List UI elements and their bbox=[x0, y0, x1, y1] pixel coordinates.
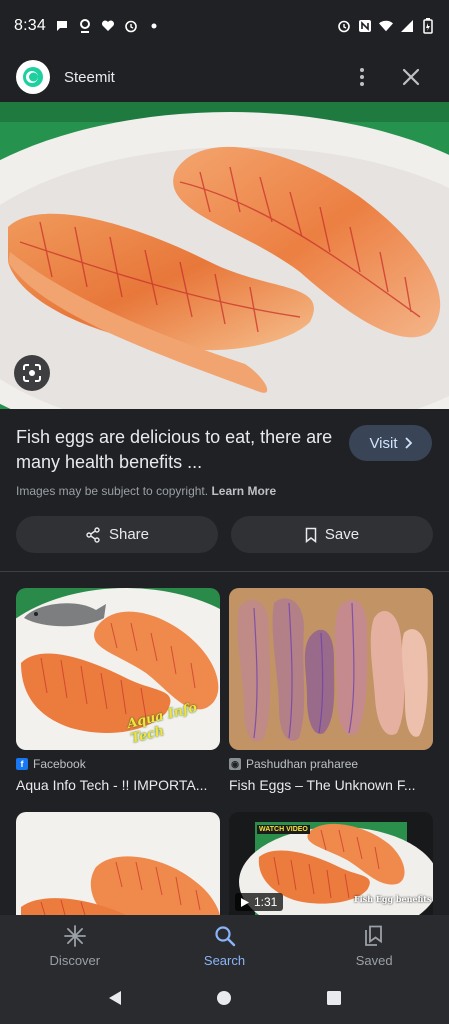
bottom-nav: Discover Search Saved bbox=[0, 915, 449, 977]
divider bbox=[0, 571, 449, 572]
wifi-icon bbox=[379, 19, 393, 33]
close-button[interactable] bbox=[398, 64, 424, 90]
nav-search-label: Search bbox=[203, 952, 246, 968]
related-card[interactable]: ◉ Pashudhan praharee Fish Eggs – The Unk… bbox=[229, 588, 433, 793]
back-button[interactable] bbox=[107, 990, 123, 1011]
card-title: Fish Eggs – The Unknown F... bbox=[229, 777, 416, 793]
copyright-text: Images may be subject to copyright. bbox=[16, 484, 209, 498]
pin-notification-icon bbox=[78, 19, 92, 33]
nav-saved[interactable]: Saved bbox=[299, 915, 449, 977]
lens-button[interactable] bbox=[14, 355, 50, 391]
related-card-image[interactable]: Aqua Info Tech bbox=[16, 588, 220, 750]
battery-icon bbox=[421, 18, 435, 34]
lens-icon bbox=[23, 364, 41, 382]
card-source-name: Pashudhan praharee bbox=[246, 757, 359, 771]
duration-text: 1:31 bbox=[254, 895, 278, 909]
asterisk-icon bbox=[63, 924, 86, 947]
related-card[interactable] bbox=[16, 812, 220, 915]
related-card-image[interactable] bbox=[16, 812, 220, 915]
system-nav-bar bbox=[0, 977, 449, 1024]
more-options-button[interactable] bbox=[352, 64, 372, 90]
recents-icon bbox=[327, 991, 342, 1005]
video-duration: 1:31 bbox=[235, 893, 284, 911]
related-card[interactable]: WATCH VIDEO Fish Egg benefits 1:31 bbox=[229, 812, 433, 915]
status-time: 8:34 bbox=[14, 17, 46, 34]
watch-video-label: WATCH VIDEO bbox=[257, 825, 310, 834]
copyright-notice: Images may be subject to copyright. Lear… bbox=[16, 484, 276, 498]
play-icon bbox=[241, 897, 249, 907]
share-label: Share bbox=[108, 526, 150, 543]
card-source: f Facebook bbox=[16, 757, 220, 771]
save-button[interactable]: Save bbox=[231, 516, 433, 553]
chat-notification-icon bbox=[55, 19, 69, 33]
result-title[interactable]: Fish eggs are delicious to eat, there ar… bbox=[16, 425, 336, 475]
collections-icon bbox=[365, 925, 383, 946]
home-icon bbox=[217, 991, 232, 1005]
nfc-icon bbox=[358, 19, 372, 33]
signal-icon bbox=[400, 19, 414, 33]
visit-button[interactable]: Visit bbox=[349, 425, 432, 461]
heart-notification-icon bbox=[101, 19, 115, 33]
home-button[interactable] bbox=[216, 990, 232, 1011]
card-title: Aqua Info Tech - !! IMPORTA... bbox=[16, 777, 208, 793]
site-favicon-icon: ◉ bbox=[229, 758, 241, 770]
app-bar: Steemit bbox=[0, 52, 449, 102]
more-vert-icon bbox=[360, 68, 364, 86]
hero-image[interactable] bbox=[0, 102, 449, 409]
related-card-image[interactable] bbox=[229, 588, 433, 750]
alarm-icon bbox=[124, 19, 138, 33]
visit-label: Visit bbox=[369, 434, 398, 452]
nav-discover[interactable]: Discover bbox=[0, 915, 150, 977]
chevron-right-icon bbox=[404, 437, 412, 449]
learn-more-link[interactable]: Learn More bbox=[211, 484, 276, 498]
related-card-image[interactable]: WATCH VIDEO Fish Egg benefits 1:31 bbox=[229, 812, 433, 915]
nav-discover-label: Discover bbox=[49, 952, 101, 968]
card-source: ◉ Pashudhan praharee bbox=[229, 757, 433, 771]
share-icon bbox=[86, 526, 100, 543]
bookmark-icon bbox=[305, 527, 317, 543]
alarm-icon bbox=[337, 19, 351, 33]
steemit-logo bbox=[16, 60, 50, 94]
close-icon bbox=[402, 68, 420, 86]
status-bar: 8:34 bbox=[0, 0, 449, 52]
card-source-name: Facebook bbox=[33, 757, 86, 771]
recents-button[interactable] bbox=[326, 990, 342, 1011]
nav-saved-label: Saved bbox=[355, 952, 393, 968]
back-icon bbox=[108, 991, 121, 1005]
site-name: Steemit bbox=[64, 68, 115, 86]
dot-icon bbox=[147, 19, 161, 33]
share-button[interactable]: Share bbox=[16, 516, 218, 553]
nav-search[interactable]: Search bbox=[150, 915, 300, 977]
video-caption: Fish Egg benefits bbox=[354, 894, 432, 904]
facebook-icon: f bbox=[16, 758, 28, 770]
related-card[interactable]: Aqua Info Tech f Facebook Aqua Info Tech… bbox=[16, 588, 220, 793]
save-label: Save bbox=[324, 526, 360, 543]
search-icon bbox=[214, 925, 235, 946]
